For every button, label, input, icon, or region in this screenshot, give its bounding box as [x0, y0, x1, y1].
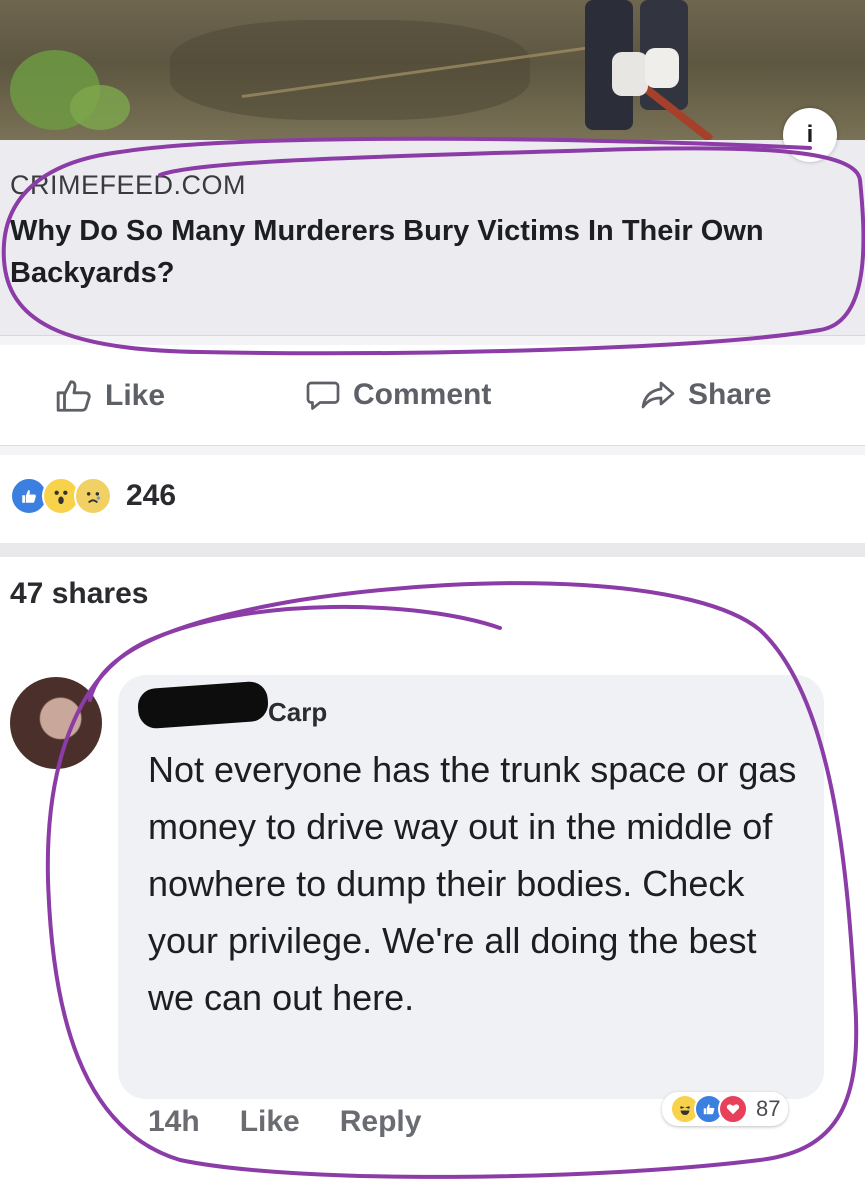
comment-timestamp[interactable]: 14h: [148, 1105, 200, 1139]
info-icon[interactable]: i: [783, 108, 837, 162]
comment-meta: 14h Like Reply: [148, 1105, 421, 1139]
comment-reactions[interactable]: 87: [662, 1092, 789, 1126]
post-image[interactable]: [0, 0, 865, 140]
comment-label: Comment: [353, 378, 492, 411]
share-button[interactable]: Share: [640, 377, 771, 413]
shares-count[interactable]: 47 shares: [10, 577, 148, 611]
plant-shape: [70, 85, 130, 130]
avatar[interactable]: [10, 677, 102, 769]
comment-reply-button[interactable]: Reply: [340, 1105, 422, 1139]
comment-author-visible: Carp: [268, 697, 328, 727]
like-button[interactable]: Like: [55, 377, 165, 415]
section-divider: [0, 543, 865, 557]
link-preview[interactable]: i CRIMEFEED.COM Why Do So Many Murderers…: [0, 108, 865, 336]
link-headline[interactable]: Why Do So Many Murderers Bury Victims In…: [10, 210, 850, 294]
speech-bubble-icon: [305, 377, 341, 413]
link-source: CRIMEFEED.COM: [10, 170, 246, 200]
post-action-bar: Like Comment Share: [0, 345, 865, 446]
comment-text: Not everyone has the trunk space or gas …: [148, 749, 797, 1018]
reaction-count: 246: [126, 479, 177, 512]
comment-bubble: Carp Not everyone has the trunk space or…: [118, 675, 824, 1099]
reaction-row[interactable]: 246: [10, 477, 176, 515]
comments-section: 47 shares Carp Not everyone has the trun…: [0, 557, 865, 1200]
reactions-summary[interactable]: 246: [0, 455, 865, 543]
share-arrow-icon: [640, 377, 676, 413]
comment-like-button[interactable]: Like: [240, 1105, 300, 1139]
soil-shape: [170, 20, 530, 120]
info-glyph: i: [806, 121, 814, 148]
love-reaction-icon: [718, 1094, 748, 1124]
share-label: Share: [688, 378, 772, 411]
comment-reaction-count: 87: [756, 1096, 781, 1121]
glove: [645, 48, 679, 88]
like-label: Like: [105, 379, 166, 412]
sad-reaction-icon: [74, 477, 112, 515]
comment-button[interactable]: Comment: [305, 377, 491, 413]
thumbs-up-icon: [55, 377, 93, 415]
glove: [612, 52, 648, 96]
